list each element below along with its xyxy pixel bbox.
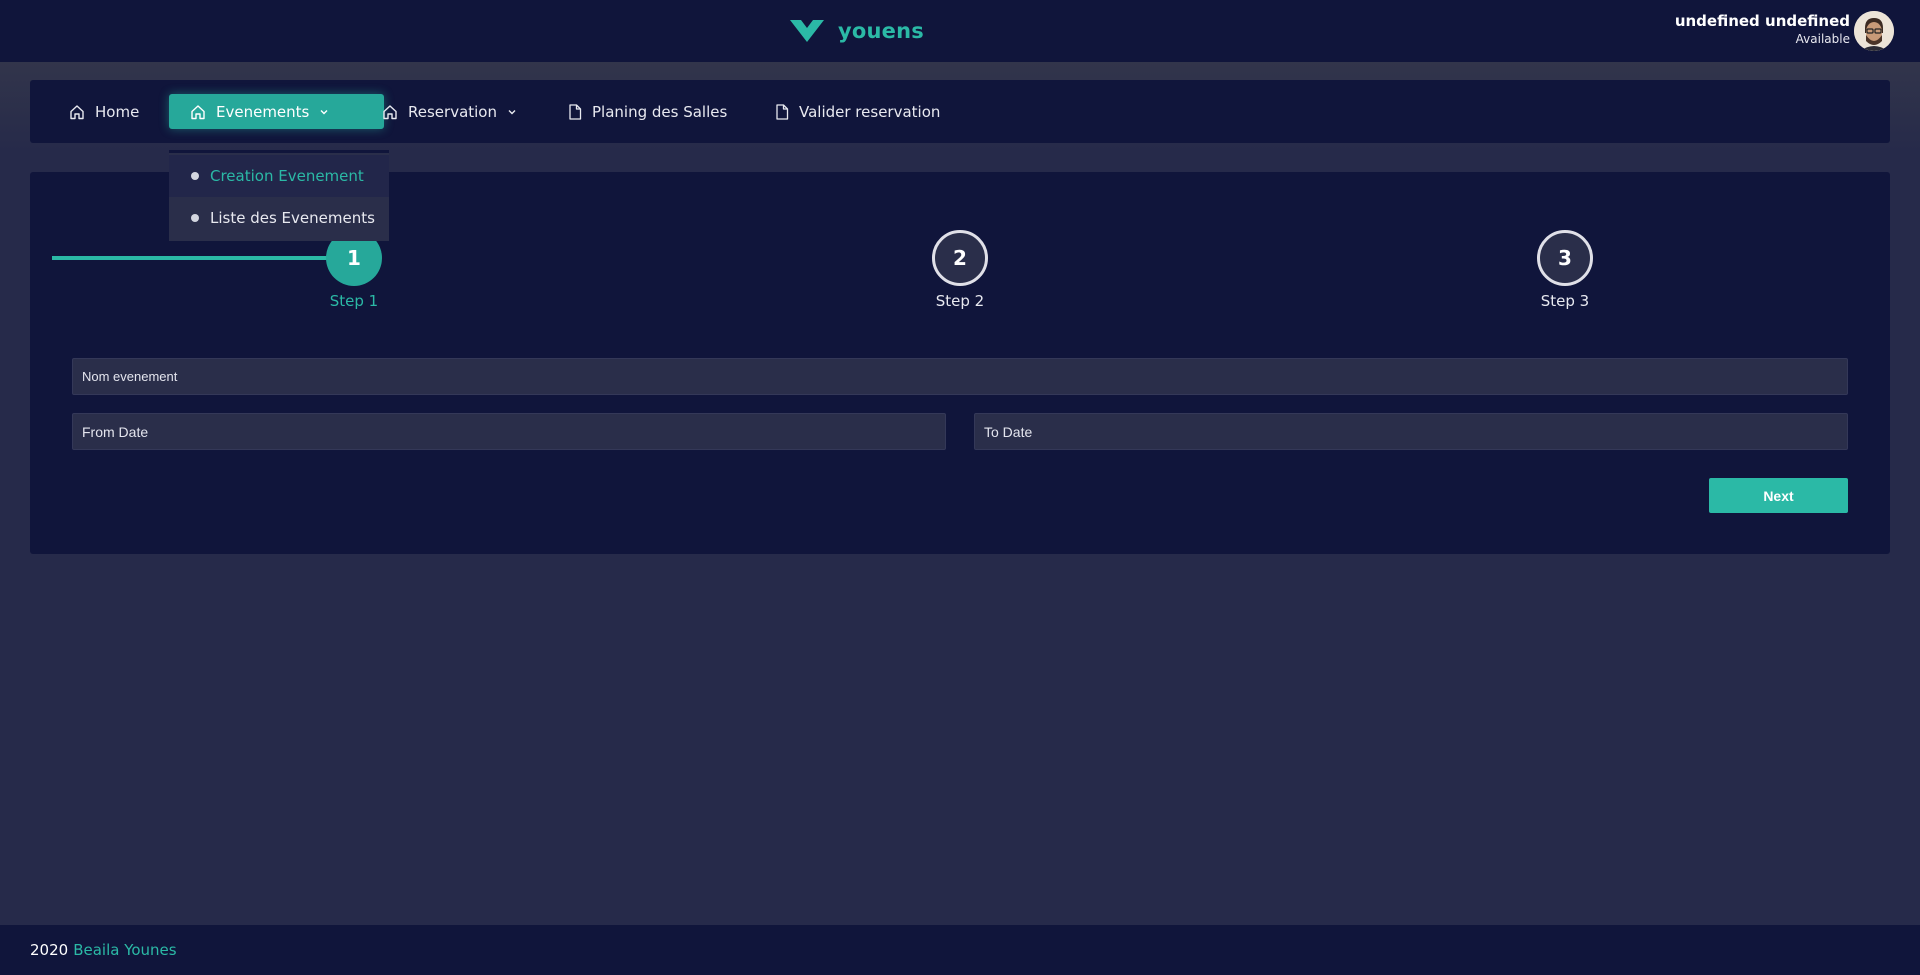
nav-label: Valider reservation <box>799 102 941 121</box>
main-navbar: Home Evenements Reservation Planing des … <box>30 80 1890 143</box>
brand[interactable]: youens <box>788 14 924 48</box>
step-3-label: Step 3 <box>1540 292 1590 310</box>
dropdown-item-label: Liste des Evenements <box>210 209 375 227</box>
chevron-down-icon <box>507 107 517 117</box>
bullet-icon <box>191 172 199 180</box>
bullet-icon <box>191 214 199 222</box>
nav-label: Home <box>95 102 140 121</box>
dropdown-item-liste-des-evenements[interactable]: Liste des Evenements <box>169 197 389 239</box>
nav-item-home[interactable]: Home <box>57 94 151 129</box>
home-icon <box>382 104 398 120</box>
nav-item-reservation[interactable]: Reservation <box>370 94 529 129</box>
chevron-down-icon <box>319 107 329 117</box>
logo-icon <box>788 18 826 44</box>
to-date-input[interactable] <box>974 413 1848 450</box>
next-button[interactable]: Next <box>1709 478 1848 513</box>
nav-item-planing-des-salles[interactable]: Planing des Salles <box>556 94 739 129</box>
top-header: youens undefined undefined Available <box>0 0 1920 62</box>
page-footer: 2020 Beaila Younes <box>0 925 1920 975</box>
avatar[interactable] <box>1854 11 1894 51</box>
dropdown-item-label: Creation Evenement <box>210 167 364 185</box>
brand-name: youens <box>838 19 924 43</box>
evenements-dropdown: Creation Evenement Liste des Evenements <box>169 150 389 241</box>
step-1-label: Step 1 <box>329 292 379 310</box>
step-2-circle[interactable]: 2 <box>932 230 988 286</box>
step-3-circle[interactable]: 3 <box>1537 230 1593 286</box>
event-name-input[interactable] <box>72 358 1848 395</box>
nav-item-valider-reservation[interactable]: Valider reservation <box>763 94 952 129</box>
nav-label: Reservation <box>408 102 497 121</box>
dropdown-item-creation-evenement[interactable]: Creation Evenement <box>169 155 389 197</box>
document-icon <box>568 103 582 120</box>
user-name: undefined undefined <box>1674 12 1850 30</box>
nav-label: Planing des Salles <box>592 102 728 121</box>
wizard-progress-line <box>52 256 354 260</box>
user-status: Available <box>1795 32 1850 46</box>
nav-item-evenements[interactable]: Evenements <box>169 94 384 129</box>
avatar-image <box>1854 11 1894 51</box>
user-info[interactable]: undefined undefined Available <box>1675 12 1850 47</box>
document-icon <box>775 103 789 120</box>
from-date-input[interactable] <box>72 413 946 450</box>
step-2-label: Step 2 <box>935 292 985 310</box>
nav-label: Evenements <box>216 102 310 121</box>
home-icon <box>69 104 85 120</box>
home-icon <box>190 104 206 120</box>
footer-author-link[interactable]: Beaila Younes <box>73 941 176 959</box>
footer-year: 2020 <box>30 941 69 959</box>
